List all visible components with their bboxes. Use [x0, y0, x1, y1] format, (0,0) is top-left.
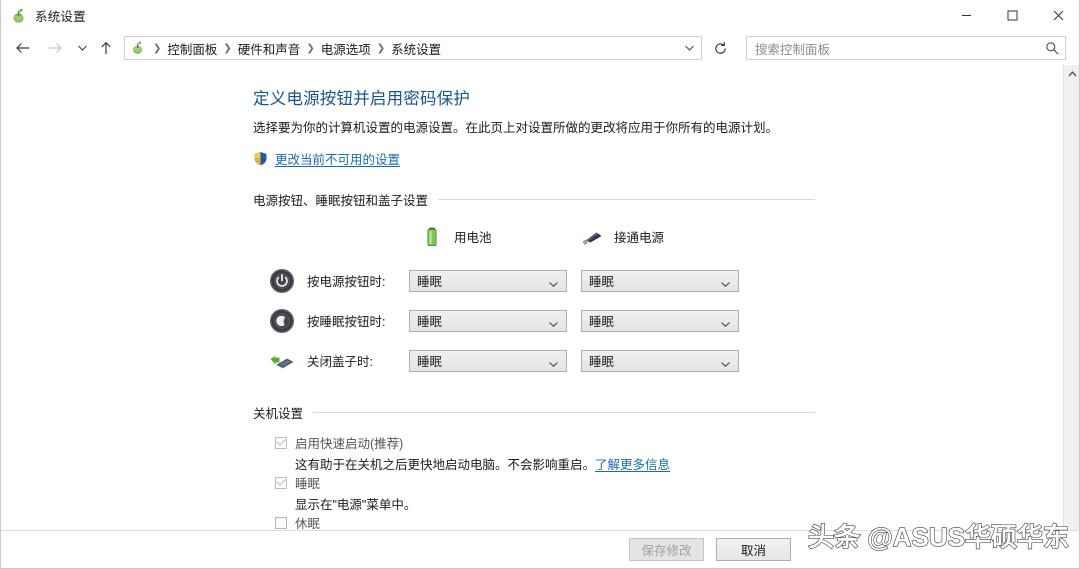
- group-label: 电源按钮、睡眠按钮和盖子设置: [253, 193, 429, 208]
- dropdown-sleep-button-battery[interactable]: 睡眠: [409, 309, 567, 333]
- dropdown-power-button-plugged[interactable]: 睡眠: [581, 269, 739, 293]
- vertical-scrollbar[interactable]: [1063, 65, 1079, 531]
- column-label-plugged-in: 接通电源: [614, 231, 665, 246]
- breadcrumb-list: ❯ 控制面板 ❯ 硬件和声音 ❯ 电源选项 ❯ 系统设置: [150, 38, 444, 59]
- chevron-down-icon[interactable]: [679, 37, 699, 59]
- dropdown-power-button-battery[interactable]: 睡眠: [409, 269, 567, 293]
- list-item: 启用快速启动(推荐) 这有助于在关机之后更快地启动电脑。不会影响重启。了解更多信…: [275, 434, 1079, 473]
- row-label-sleep-button: 按睡眠按钮时:: [307, 315, 386, 330]
- dropdown-close-lid-battery[interactable]: 睡眠: [409, 349, 567, 373]
- title-bar: 系统设置: [1, 0, 1079, 31]
- checkbox-hibernate[interactable]: 休眠: [275, 514, 1079, 531]
- power-options-icon: [130, 40, 146, 56]
- control-panel-window: 系统设置 ❯ 控制面板 ❯ 硬件和声音 ❯ 电源选项 ❯ 系统设置 搜索控制面板…: [0, 0, 1080, 569]
- content-area: 定义电源按钮并启用密码保护 选择要为你的计算机设置的电源设置。在此页上对设置所做…: [1, 65, 1079, 531]
- breadcrumb-item-hardware-sound[interactable]: 硬件和声音: [235, 38, 304, 59]
- battery-icon: [418, 223, 446, 251]
- laptop-lid-icon: [267, 346, 297, 376]
- dropdown-value: 睡眠: [589, 275, 615, 290]
- list-item: 睡眠 显示在"电源"菜单中。: [275, 474, 1079, 513]
- sleep-button-icon: [267, 306, 297, 336]
- learn-more-link[interactable]: 了解更多信息: [595, 458, 670, 472]
- chevron-down-icon: [548, 315, 559, 333]
- search-input[interactable]: 搜索控制面板: [746, 36, 1066, 60]
- list-item: 休眠 显示在"电源"菜单中。: [275, 514, 1079, 531]
- table-row: 按电源按钮时: 睡眠 睡眠: [253, 261, 1079, 301]
- dropdown-value: 睡眠: [417, 355, 443, 370]
- dropdown-value: 睡眠: [417, 275, 443, 290]
- window-title: 系统设置: [35, 10, 86, 24]
- group-label: 关机设置: [253, 406, 304, 421]
- table-row: 关闭盖子时: 睡眠 睡眠: [253, 341, 1079, 381]
- breadcrumb-separator: ❯: [376, 42, 386, 54]
- breadcrumb[interactable]: ❯ 控制面板 ❯ 硬件和声音 ❯ 电源选项 ❯ 系统设置: [124, 36, 702, 60]
- checkbox-label: 休眠: [295, 517, 321, 531]
- checkbox-label: 启用快速启动(推荐): [295, 437, 404, 452]
- search-placeholder: 搜索控制面板: [755, 42, 831, 57]
- row-label-power-button: 按电源按钮时:: [307, 275, 386, 290]
- group-divider: [438, 198, 815, 200]
- refresh-icon[interactable]: [708, 36, 732, 60]
- checkbox-description: 这有助于在关机之后更快地启动电脑。不会影响重启。了解更多信息: [295, 454, 1079, 473]
- checkbox-sleep[interactable]: 睡眠: [275, 474, 1079, 492]
- checkbox-indicator[interactable]: [275, 436, 287, 449]
- power-settings-rows: 按电源按钮时: 睡眠 睡眠 按睡眠按钮时: 睡眠 睡眠 关闭盖子时: 睡眠 睡眠: [253, 261, 1079, 381]
- minimize-icon[interactable]: [943, 0, 989, 31]
- uac-link-label: 更改当前不可用的设置: [275, 152, 401, 167]
- shutdown-group-header: 关机设置: [253, 403, 815, 422]
- breadcrumb-separator: ❯: [223, 42, 232, 54]
- back-arrow-icon[interactable]: [10, 35, 36, 61]
- chevron-down-icon: [720, 355, 731, 373]
- column-plugged-in: 接通电源: [578, 223, 738, 251]
- power-button-icon: [267, 266, 297, 296]
- checkbox-indicator[interactable]: [275, 516, 287, 529]
- forward-arrow-icon: [42, 35, 68, 61]
- search-icon[interactable]: [1045, 41, 1059, 60]
- power-options-icon: [10, 7, 28, 25]
- row-label-close-lid: 关闭盖子时:: [307, 355, 373, 370]
- maximize-icon[interactable]: [989, 0, 1035, 31]
- chevron-down-icon: [548, 275, 559, 293]
- checkbox-description: 显示在"电源"菜单中。: [295, 497, 417, 512]
- shutdown-options-list: 启用快速启动(推荐) 这有助于在关机之后更快地启动电脑。不会影响重启。了解更多信…: [275, 434, 1079, 531]
- group-divider: [313, 411, 815, 413]
- settings-page: 定义电源按钮并启用密码保护 选择要为你的计算机设置的电源设置。在此页上对设置所做…: [1, 65, 1079, 531]
- checkbox-indicator[interactable]: [275, 476, 287, 489]
- window-controls: [943, 0, 1079, 31]
- change-unavailable-settings-link[interactable]: 更改当前不可用的设置: [253, 149, 1079, 168]
- chevron-down-icon: [548, 355, 559, 373]
- up-arrow-icon[interactable]: [95, 35, 117, 61]
- cancel-button[interactable]: 取消: [716, 538, 791, 561]
- table-row: 按睡眠按钮时: 睡眠 睡眠: [253, 301, 1079, 341]
- description-text: 这有助于在关机之后更快地启动电脑。不会影响重启。: [295, 457, 596, 472]
- breadcrumb-separator: ❯: [153, 42, 162, 54]
- dropdown-sleep-button-plugged[interactable]: 睡眠: [581, 309, 739, 333]
- chevron-down-icon: [720, 315, 731, 333]
- breadcrumb-item-control-panel[interactable]: 控制面板: [164, 38, 220, 59]
- power-plug-icon: [578, 223, 606, 251]
- shield-icon: [253, 151, 268, 166]
- power-buttons-group-header: 电源按钮、睡眠按钮和盖子设置: [253, 190, 815, 209]
- page-title: 定义电源按钮并启用密码保护: [253, 90, 471, 108]
- column-battery: 用电池: [418, 223, 578, 251]
- column-headers: 用电池 接通电源: [418, 223, 1079, 251]
- breadcrumb-item-power-options[interactable]: 电源选项: [318, 38, 374, 59]
- recent-locations-icon[interactable]: [72, 35, 92, 61]
- breadcrumb-separator: ❯: [306, 42, 315, 54]
- chevron-down-icon: [720, 275, 731, 293]
- close-icon[interactable]: [1035, 0, 1079, 31]
- save-button[interactable]: 保存修改: [629, 538, 704, 561]
- dropdown-value: 睡眠: [417, 315, 443, 330]
- scroll-up-icon[interactable]: [1064, 65, 1079, 82]
- dropdown-value: 睡眠: [589, 315, 615, 330]
- address-bar: ❯ 控制面板 ❯ 硬件和声音 ❯ 电源选项 ❯ 系统设置 搜索控制面板: [1, 31, 1079, 65]
- breadcrumb-item-system-settings[interactable]: 系统设置: [388, 38, 444, 59]
- page-description: 选择要为你的计算机设置的电源设置。在此页上对设置所做的更改将应用于你所有的电源计…: [253, 121, 779, 135]
- checkbox-label: 睡眠: [295, 477, 321, 492]
- footer-bar: 保存修改 取消: [1, 530, 1079, 568]
- checkbox-fast-startup[interactable]: 启用快速启动(推荐): [275, 434, 1079, 452]
- column-label-battery: 用电池: [454, 231, 492, 246]
- dropdown-value: 睡眠: [589, 355, 615, 370]
- dropdown-close-lid-plugged[interactable]: 睡眠: [581, 349, 739, 373]
